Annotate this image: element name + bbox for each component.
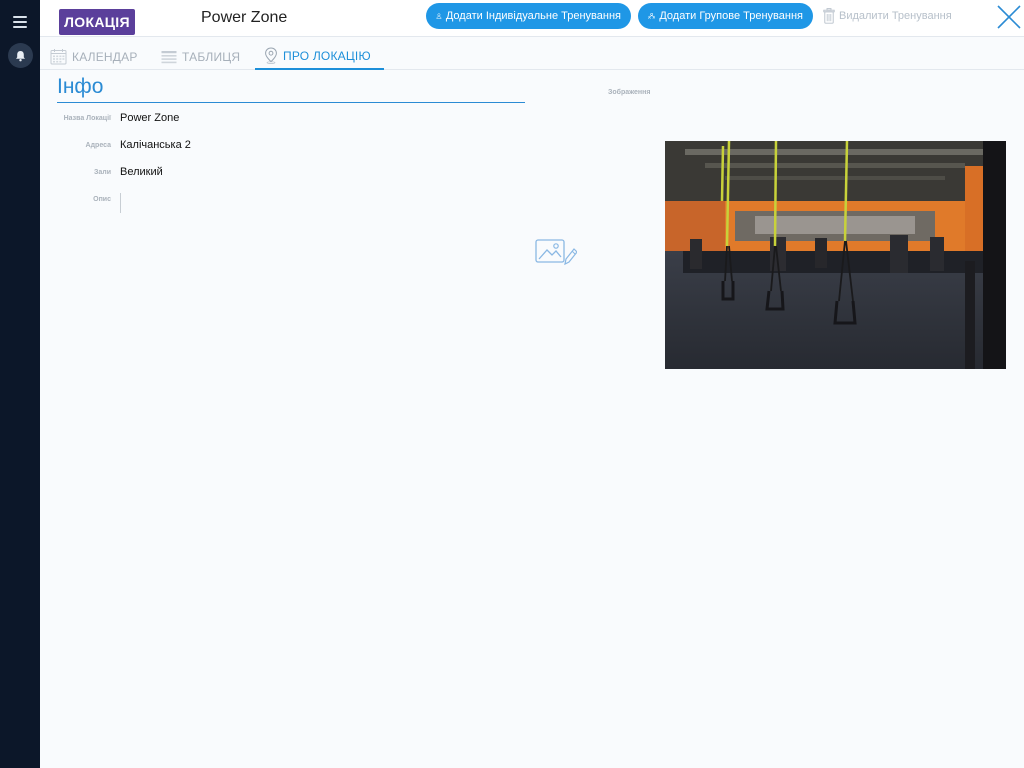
tab-calendar-label: КАЛЕНДАР	[72, 49, 138, 64]
image-label: Зображення	[608, 89, 651, 96]
group-icon	[648, 13, 656, 19]
location-pin-icon	[265, 47, 277, 64]
address-label: Адреса	[85, 142, 111, 149]
menu-icon[interactable]	[13, 16, 27, 28]
tab-calendar[interactable]: КАЛЕНДАР	[50, 43, 138, 70]
tab-bar: КАЛЕНДАР ТАБЛИЦЯ ПРО ЛОКАЦІЮ	[40, 43, 1024, 70]
tab-about-location-label: ПРО ЛОКАЦІЮ	[283, 48, 371, 63]
page-title: Power Zone	[201, 9, 288, 26]
location-badge: ЛОКАЦІЯ	[59, 9, 135, 35]
tab-about-location[interactable]: ПРО ЛОКАЦІЮ	[255, 43, 384, 70]
table-icon	[161, 50, 177, 63]
delete-training-label: Видалити Тренування	[839, 10, 952, 22]
description-label: Опис	[93, 196, 111, 203]
info-heading: Інфо	[57, 75, 525, 103]
location-name-value: Power Zone	[120, 112, 180, 124]
notifications-button[interactable]	[8, 43, 33, 68]
tab-table-label: ТАБЛИЦЯ	[182, 49, 241, 64]
calendar-icon	[50, 49, 67, 65]
delete-training-button[interactable]: Видалити Тренування	[823, 7, 952, 25]
location-name-label: Назва Локації	[63, 115, 111, 122]
sidebar	[0, 0, 40, 768]
description-divider	[120, 193, 121, 213]
bell-icon	[16, 50, 25, 61]
tab-table[interactable]: ТАБЛИЦЯ	[161, 43, 240, 70]
add-individual-label: Додати Індивідуальне Тренування	[445, 10, 621, 22]
top-bar: ЛОКАЦІЯ Power Zone Додати Індивідуальне …	[40, 0, 1024, 37]
add-group-training-button[interactable]: Додати Групове Тренування	[638, 3, 813, 29]
gym-photo	[665, 141, 1006, 369]
address-value: Калічанська 2	[120, 139, 191, 151]
person-icon	[436, 13, 442, 19]
halls-value: Великий	[120, 166, 163, 178]
halls-label: Зали	[93, 169, 111, 176]
trash-icon	[823, 8, 835, 24]
add-individual-training-button[interactable]: Додати Індивідуальне Тренування	[426, 3, 631, 29]
image-edit-icon[interactable]	[535, 237, 577, 267]
add-group-label: Додати Групове Тренування	[659, 10, 803, 22]
close-icon[interactable]	[996, 4, 1022, 30]
